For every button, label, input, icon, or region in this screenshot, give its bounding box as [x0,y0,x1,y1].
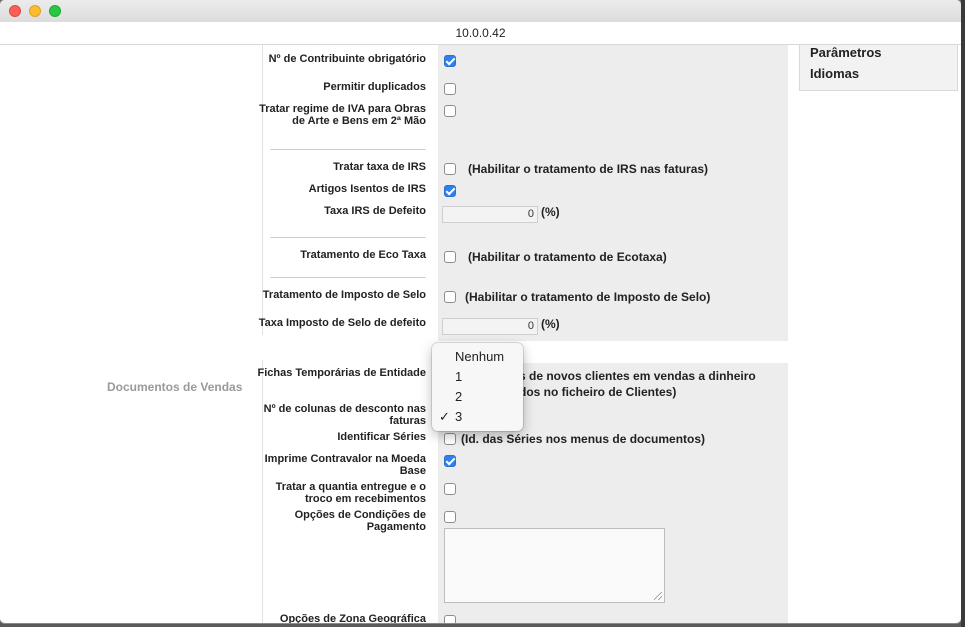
section-title: Documentos de Vendas [107,380,243,394]
separator [270,149,426,150]
fichas-temp-note-2: dos no ficheiro de Clientes) [519,385,677,399]
taxa-irs-label: Tratar taxa de IRS [333,161,426,173]
resize-handle-icon[interactable] [654,592,662,600]
minimize-window-button[interactable] [29,5,41,17]
menu-item-parametros[interactable]: Parâmetros [810,45,957,63]
dropdown-option-1[interactable]: 1 [432,367,523,387]
selo-defeito-unit: (%) [541,317,560,331]
series-note: (Id. das Séries nos menus de documentos) [461,432,706,446]
contribuinte-checkbox[interactable] [444,55,456,67]
checkmark-icon: ✓ [439,409,450,424]
isentos-irs-label: Artigos Isentos de IRS [308,183,426,195]
url-bar[interactable]: 10.0.0.42 [0,22,961,45]
browser-window: 10.0.0.42 Parâmetros Idiomas Nº de Contr… [0,0,961,623]
duplicados-label: Permitir duplicados [323,81,426,93]
eco-taxa-note: (Habilitar o tratamento de Ecotaxa) [468,250,667,264]
quantia-label: Tratar a quantia entregue e o troco em r… [275,481,426,505]
irs-defeito-unit: (%) [541,205,560,219]
irs-defeito-label: Taxa IRS de Defeito [324,205,426,217]
condicoes-checkbox[interactable] [444,511,456,523]
eco-taxa-checkbox[interactable] [444,251,456,263]
selo-defeito-input[interactable]: 0 [442,318,538,335]
iva-obras-checkbox[interactable] [444,105,456,117]
contribuinte-label: Nº de Contribuinte obrigatório [268,53,426,65]
selo-defeito-label: Taxa Imposto de Selo de defeito [258,317,426,329]
imposto-selo-note: (Habilitar o tratamento de Imposto de Se… [465,290,711,304]
close-window-button[interactable] [9,5,21,17]
duplicados-checkbox[interactable] [444,83,456,95]
eco-taxa-label: Tratamento de Eco Taxa [300,249,426,261]
iva-obras-label: Tratar regime de IVA para Obras de Arte … [259,103,426,127]
contravalor-checkbox[interactable] [444,455,456,467]
taxa-irs-note: (Habilitar o tratamento de IRS nas fatur… [468,162,709,176]
contravalor-label: Imprime Contravalor na Moeda Base [264,453,426,477]
zona-label: Opções de Zona Geográfica [279,613,426,623]
window-edge [961,0,965,627]
condicoes-label: Opções de Condições de Pagamento [294,509,426,533]
quantia-checkbox[interactable] [444,483,456,495]
isentos-irs-checkbox[interactable] [444,185,456,197]
dropdown-option-2[interactable]: 2 [432,387,523,407]
series-checkbox[interactable] [444,433,456,445]
title-bar [0,0,961,23]
series-label: Identificar Séries [337,431,426,443]
discount-columns-dropdown[interactable]: Nenhum 1 2 ✓ 3 [432,343,523,431]
irs-defeito-input[interactable]: 0 [442,206,538,223]
right-menu-panel: Parâmetros Idiomas [799,45,958,91]
dropdown-option-nenhum[interactable]: Nenhum [432,347,523,367]
zoom-window-button[interactable] [49,5,61,17]
dropdown-option-3[interactable]: ✓ 3 [432,407,523,427]
separator [270,277,426,278]
zona-checkbox[interactable] [444,615,456,623]
fichas-temp-note-1: s de novos clientes em vendas a dinheiro [519,369,756,383]
imposto-selo-label: Tratamento de Imposto de Selo [262,289,426,301]
colunas-desconto-label: Nº de colunas de desconto nas faturas [263,403,426,427]
condicoes-textarea[interactable] [444,528,665,603]
settings-content: Parâmetros Idiomas Nº de Contribuinte ob… [0,45,961,623]
fichas-temp-label: Fichas Temporárias de Entidade [257,367,426,379]
separator [270,237,426,238]
taxa-irs-checkbox[interactable] [444,163,456,175]
imposto-selo-checkbox[interactable] [444,291,456,303]
menu-item-idiomas[interactable]: Idiomas [810,63,957,84]
